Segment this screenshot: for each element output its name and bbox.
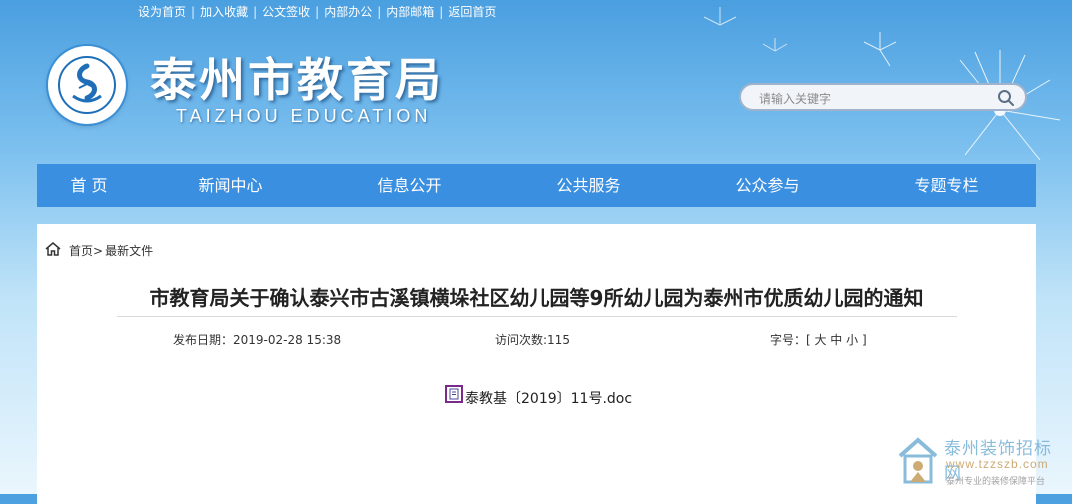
bureau-logo[interactable]	[48, 46, 126, 124]
visit-count: 访问次数:115	[495, 333, 570, 347]
watermark-url: www.tzzszb.com	[946, 457, 1049, 471]
internal-office-link[interactable]: 内部办公	[324, 5, 372, 19]
dandelion-seed	[863, 32, 897, 67]
top-links: 设为首页 | 加入收藏 | 公文签收 | 内部办公 | 内部邮箱 | 返回首页	[138, 5, 497, 19]
font-size-control[interactable]: 字号：[ 大 中 小 ]	[770, 331, 867, 348]
nav-item-participation[interactable]: 公众参与	[678, 164, 857, 207]
nav-item-topics[interactable]: 专题专栏	[857, 164, 1036, 207]
dandelion-seed	[762, 38, 788, 52]
attachment-filename[interactable]: 泰教基〔2019〕11号.doc	[465, 388, 632, 408]
attachment-link[interactable]: 泰教基〔2019〕11号.doc	[445, 385, 632, 408]
content-panel: 首页> 最新文件 市教育局关于确认泰兴市古溪镇横垛社区幼儿园等9所幼儿园为泰州市…	[37, 224, 1036, 504]
document-sign-link[interactable]: 公文签收	[262, 5, 310, 19]
set-homepage-link[interactable]: 设为首页	[138, 5, 186, 19]
publish-date: 发布日期：2019-02-28 15:38	[173, 333, 342, 347]
nav-item-home[interactable]: 首 页	[37, 164, 141, 207]
search-icon[interactable]	[997, 89, 1015, 111]
site-subtitle: TAIZHOU EDUCATION	[176, 106, 432, 126]
breadcrumb-home[interactable]: 首页>	[69, 242, 103, 259]
breadcrumb-current[interactable]: 最新文件	[105, 242, 153, 259]
site-title: 泰州市教育局	[150, 53, 444, 107]
main-nav: 首 页 新闻中心 信息公开 公共服务 公众参与 专题专栏	[37, 164, 1036, 207]
add-favorite-link[interactable]: 加入收藏	[200, 5, 248, 19]
title-divider	[117, 316, 957, 317]
watermark: 泰州装饰招标网 www.tzzszb.com 泰州专业的装修保障平台	[896, 432, 1066, 492]
nav-item-news[interactable]: 新闻中心	[141, 164, 320, 207]
nav-item-info[interactable]: 信息公开	[320, 164, 499, 207]
return-home-link[interactable]: 返回首页	[448, 5, 496, 19]
nav-item-services[interactable]: 公共服务	[499, 164, 678, 207]
watermark-slogan: 泰州专业的装修保障平台	[946, 477, 1046, 487]
dandelion-seed	[703, 7, 737, 26]
home-icon[interactable]	[45, 242, 61, 259]
house-logo-icon	[898, 437, 938, 484]
article-title: 市教育局关于确认泰兴市古溪镇横垛社区幼儿园等9所幼儿园为泰州市优质幼儿园的通知	[149, 286, 924, 310]
document-icon	[445, 385, 463, 403]
breadcrumb: 首页> 最新文件	[45, 242, 153, 259]
search-input[interactable]	[757, 89, 991, 109]
search-box	[739, 83, 1027, 111]
internal-mail-link[interactable]: 内部邮箱	[386, 5, 434, 19]
